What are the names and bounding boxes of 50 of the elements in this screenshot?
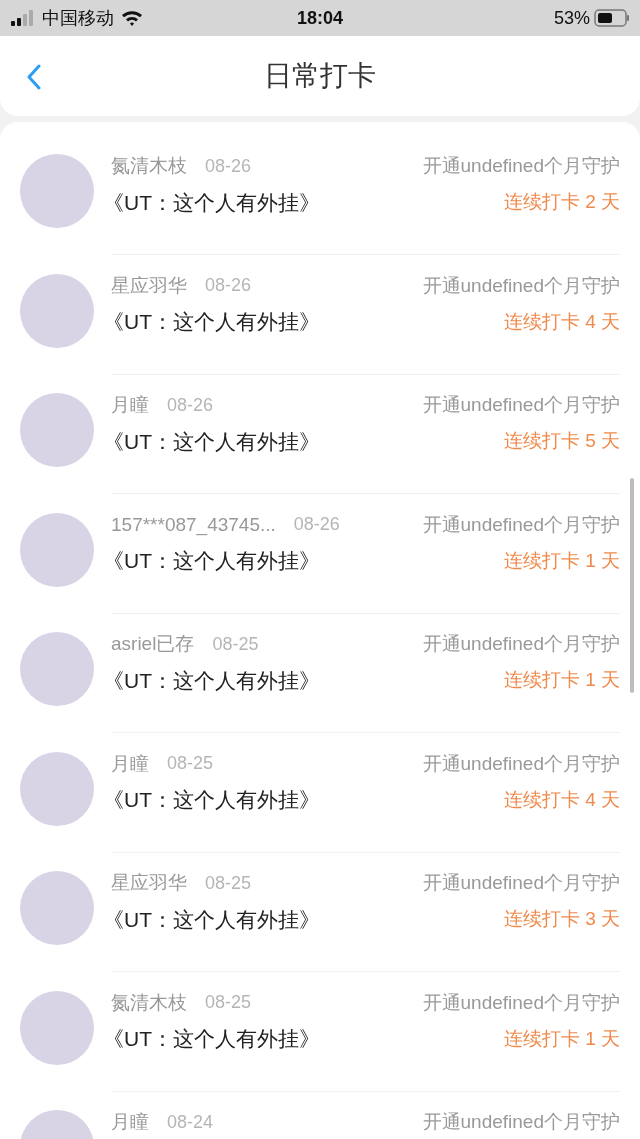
user-name: 氮清木枝: [111, 154, 187, 178]
guard-text: 开通undefined个月守护: [422, 512, 620, 537]
guard-text: 开通undefined个月守护: [422, 1110, 620, 1134]
streak-text: 连续打卡 5 天: [503, 429, 620, 453]
streak-text: 连续打卡 3 天: [503, 907, 620, 931]
user-name: 月瞳: [111, 393, 149, 417]
post-date: 08-25: [205, 991, 252, 1015]
user-name: 月瞳: [111, 751, 149, 776]
post-date: 08-26: [205, 154, 252, 178]
guard-text: 开通undefined个月守护: [422, 871, 620, 895]
battery-icon: [594, 9, 630, 27]
page-title: 日常打卡: [264, 59, 376, 93]
post-date: 08-26: [293, 513, 340, 537]
post-date: 08-25: [212, 632, 259, 656]
streak-text: 连续打卡 2 天: [503, 190, 620, 214]
guard-text: 开通undefined个月守护: [422, 154, 620, 178]
user-name: 星应羽华: [111, 273, 187, 298]
signal-icon: [10, 9, 36, 27]
post-date: 08-24: [167, 1110, 214, 1134]
book-title: 《UT：这个人有外挂》: [103, 189, 320, 216]
guard-text: 开通undefined个月守护: [422, 632, 620, 656]
streak-text: 连续打卡 1 天: [503, 548, 620, 573]
guard-text: 开通undefined个月守护: [422, 990, 620, 1015]
streak-text: 连续打卡 1 天: [503, 1026, 620, 1051]
user-name: 157***087_43745...: [111, 512, 276, 538]
post-date: 08-25: [205, 871, 252, 895]
book-title: 《UT：这个人有外挂》: [103, 787, 320, 813]
guard-text: 开通undefined个月守护: [422, 751, 620, 776]
post-date: 08-25: [167, 752, 214, 776]
book-title: 《UT：这个人有外挂》: [103, 667, 320, 694]
user-name: 月瞳: [111, 1110, 149, 1134]
streak-text: 连续打卡 1 天: [503, 668, 620, 692]
streak-text: 连续打卡 4 天: [503, 787, 620, 812]
streak-text: 连续打卡 4 天: [503, 309, 620, 334]
guard-text: 开通undefined个月守护: [422, 273, 620, 298]
book-title: 《UT：这个人有外挂》: [103, 906, 320, 933]
user-name: 星应羽华: [111, 871, 187, 895]
post-date: 08-26: [205, 274, 252, 298]
clock-time: 18:04: [297, 6, 343, 30]
carrier-name: 中国移动: [42, 6, 114, 30]
guard-text: 开通undefined个月守护: [422, 393, 620, 417]
user-name: asriel已存: [111, 632, 195, 656]
book-title: 《UT：这个人有外挂》: [103, 548, 320, 574]
book-title: 《UT：这个人有外挂》: [103, 309, 320, 335]
wifi-icon: [120, 9, 144, 27]
battery-percent: 53%: [553, 6, 590, 30]
book-title: 《UT：这个人有外挂》: [103, 428, 320, 455]
book-title: 《UT：这个人有外挂》: [103, 1026, 320, 1052]
user-name: 氮清木枝: [111, 990, 187, 1015]
post-date: 08-26: [167, 393, 214, 417]
